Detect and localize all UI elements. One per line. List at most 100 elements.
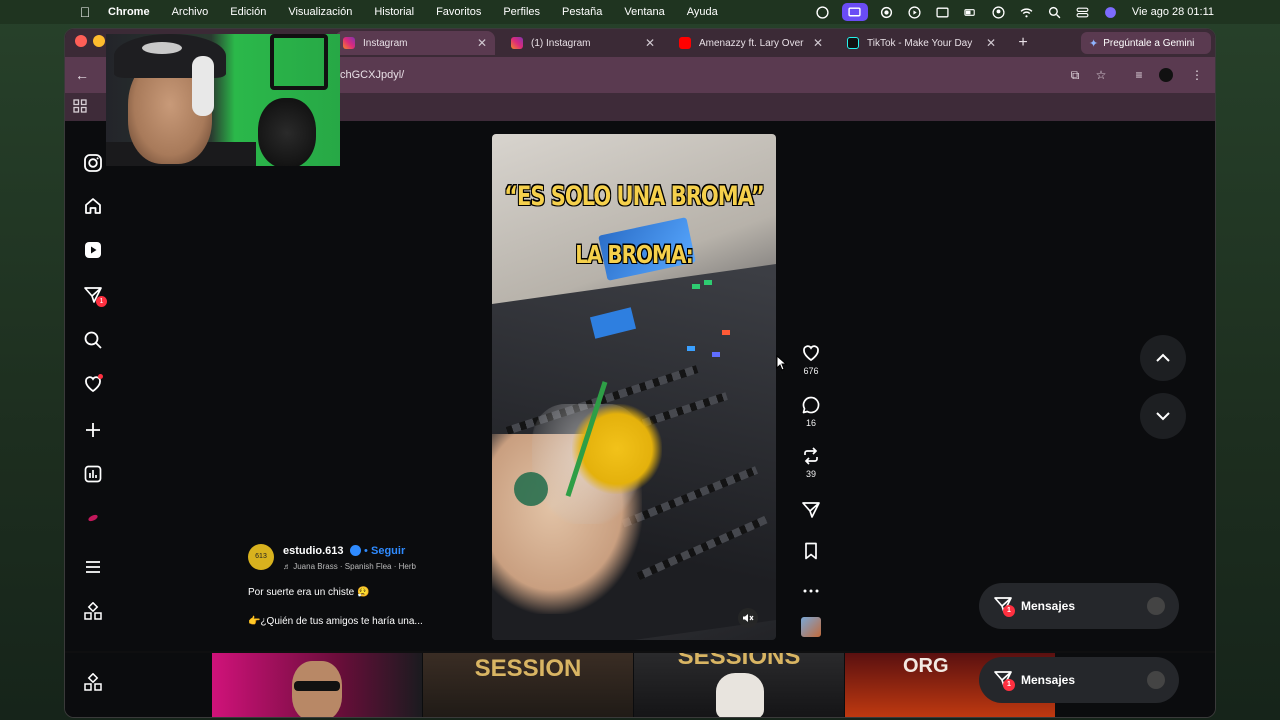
menu-historial[interactable]: Historial: [374, 6, 414, 18]
save-button[interactable]: [798, 541, 824, 561]
bookmark-star-icon[interactable]: ☆: [1093, 67, 1109, 83]
gemini-button[interactable]: ✦ Pregúntale a Gemini: [1081, 32, 1211, 54]
repost-icon: [804, 447, 818, 465]
mute-icon: [743, 614, 754, 622]
thumbnail-1[interactable]: [212, 653, 422, 717]
menu-ayuda[interactable]: Ayuda: [687, 6, 718, 18]
chevron-up-icon: [1156, 353, 1170, 362]
tab-title: (1) Instagram: [531, 37, 591, 49]
user-icon[interactable]: [990, 5, 1008, 19]
search-icon[interactable]: [1046, 5, 1064, 19]
gemini-icon: ✦: [1089, 37, 1099, 50]
tab-instagram-2[interactable]: (1) Instagram ✕: [503, 31, 663, 55]
audio-track[interactable]: ♬ Juana Brass · Spanish Flea · Herb: [283, 562, 443, 571]
repost-button[interactable]: 39: [798, 446, 824, 479]
sunglasses-shape: [294, 681, 340, 691]
home-icon[interactable]: [79, 192, 107, 220]
menu-perfiles[interactable]: Perfiles: [503, 6, 540, 18]
microphone-shape: [258, 98, 316, 166]
like-button[interactable]: 676: [798, 343, 824, 376]
ellipsis-icon: [803, 589, 819, 593]
more-menu-icon[interactable]: [79, 553, 107, 581]
tab-instagram-active[interactable]: Instagram ✕: [335, 31, 495, 55]
direct-messages-icon[interactable]: 1: [79, 281, 107, 309]
create-plus-icon[interactable]: [79, 416, 107, 444]
share-button[interactable]: [798, 500, 824, 520]
bookmark-icon: [805, 542, 817, 560]
close-tab-icon[interactable]: ✕: [477, 36, 487, 50]
post-caption-line2[interactable]: 👉¿Quién de tus amigos te haría una...: [248, 616, 423, 627]
menu-bar:  Chrome Archivo Edición Visualización H…: [0, 0, 1280, 24]
dashboard-icon[interactable]: [79, 460, 107, 488]
play-icon[interactable]: [906, 5, 924, 19]
thumbnail-title: SESSION: [474, 655, 582, 682]
menu-favoritos[interactable]: Favoritos: [436, 6, 481, 18]
video-frame-detail: [687, 346, 695, 351]
battery-icon[interactable]: [962, 5, 980, 19]
apps-grid-icon[interactable]: [73, 99, 87, 113]
thumbnail-2[interactable]: SESSION: [423, 653, 633, 717]
meta-apps-icon[interactable]: [79, 598, 107, 626]
video-frame-detail: [692, 284, 700, 289]
siri-icon[interactable]: [1102, 5, 1120, 19]
menu-chrome[interactable]: Chrome: [108, 6, 150, 18]
comment-button[interactable]: 16: [798, 395, 824, 428]
mute-button[interactable]: [738, 608, 758, 628]
webcam-person: [142, 42, 182, 54]
more-options-button[interactable]: [798, 581, 824, 601]
avatar: [1147, 671, 1165, 689]
author-avatar[interactable]: 613: [248, 544, 274, 570]
thumbnail-3[interactable]: SESSIONS: [634, 653, 844, 717]
direct-messages-icon: 1: [993, 669, 1015, 691]
tab-tiktok[interactable]: TikTok - Make Your Day ✕: [839, 31, 1004, 55]
messages-badge: 1: [1003, 679, 1015, 691]
screen-share-icon[interactable]: [841, 3, 868, 21]
minimize-window-button[interactable]: [93, 35, 105, 47]
menu-visualizacion[interactable]: Visualización: [288, 6, 352, 18]
control-center-icon[interactable]: [1074, 5, 1092, 19]
video-frame-detail: [722, 330, 730, 335]
previous-reel-button[interactable]: [1140, 335, 1186, 381]
video-frame-detail: [712, 352, 720, 357]
menu-edicion[interactable]: Edición: [230, 6, 266, 18]
window-icon[interactable]: [934, 5, 952, 19]
close-window-button[interactable]: [75, 35, 87, 47]
install-app-icon[interactable]: ⧉: [1067, 67, 1083, 83]
menu-ventana[interactable]: Ventana: [624, 6, 664, 18]
heart-icon[interactable]: [79, 370, 107, 398]
comment-count: 16: [805, 418, 816, 428]
profile-avatar[interactable]: [1159, 68, 1173, 82]
follow-button[interactable]: Seguir: [371, 545, 405, 557]
gemini-label: Pregúntale a Gemini: [1103, 37, 1195, 49]
creative-cloud-icon[interactable]: [814, 5, 832, 19]
close-tab-icon[interactable]: ✕: [813, 36, 823, 50]
new-tab-button[interactable]: +: [1013, 33, 1033, 53]
reel-video[interactable]: “ES SOLO UNA BROMA” LA BROMA:: [492, 134, 776, 640]
back-arrow-icon[interactable]: ←: [75, 67, 91, 83]
menubar-clock[interactable]: Vie ago 28 01:11: [1132, 6, 1214, 18]
menu-pestana[interactable]: Pestaña: [562, 6, 602, 18]
record-icon[interactable]: [878, 5, 896, 19]
wifi-icon[interactable]: [1018, 5, 1036, 19]
apple-icon[interactable]: : [78, 5, 92, 19]
tab-youtube[interactable]: Amenazzy ft. Lary Over ✕: [671, 31, 831, 55]
messages-button[interactable]: 1 Mensajes: [979, 583, 1179, 629]
media-control-icon[interactable]: ≡: [1131, 67, 1147, 83]
audio-thumbnail[interactable]: [801, 617, 821, 637]
reels-icon[interactable]: [79, 236, 107, 264]
comment-icon: [802, 396, 820, 414]
address-bar[interactable]: chGCXJpdyl/: [340, 69, 404, 81]
messages-button-background[interactable]: 1 Mensajes: [979, 657, 1179, 703]
close-tab-icon[interactable]: ✕: [986, 36, 996, 50]
instagram-logo-icon[interactable]: [79, 149, 107, 177]
kebab-menu-icon[interactable]: ⋮: [1189, 67, 1205, 83]
next-reel-button[interactable]: [1140, 393, 1186, 439]
tab-title: TikTok - Make Your Day: [867, 37, 973, 49]
tab-title: Amenazzy ft. Lary Over: [699, 37, 804, 49]
menu-archivo[interactable]: Archivo: [172, 6, 209, 18]
close-tab-icon[interactable]: ✕: [645, 36, 655, 50]
meta-apps-icon[interactable]: [79, 669, 107, 697]
author-handle[interactable]: estudio.613: [283, 545, 344, 557]
threads-icon[interactable]: [79, 504, 107, 532]
search-icon[interactable]: [79, 326, 107, 354]
